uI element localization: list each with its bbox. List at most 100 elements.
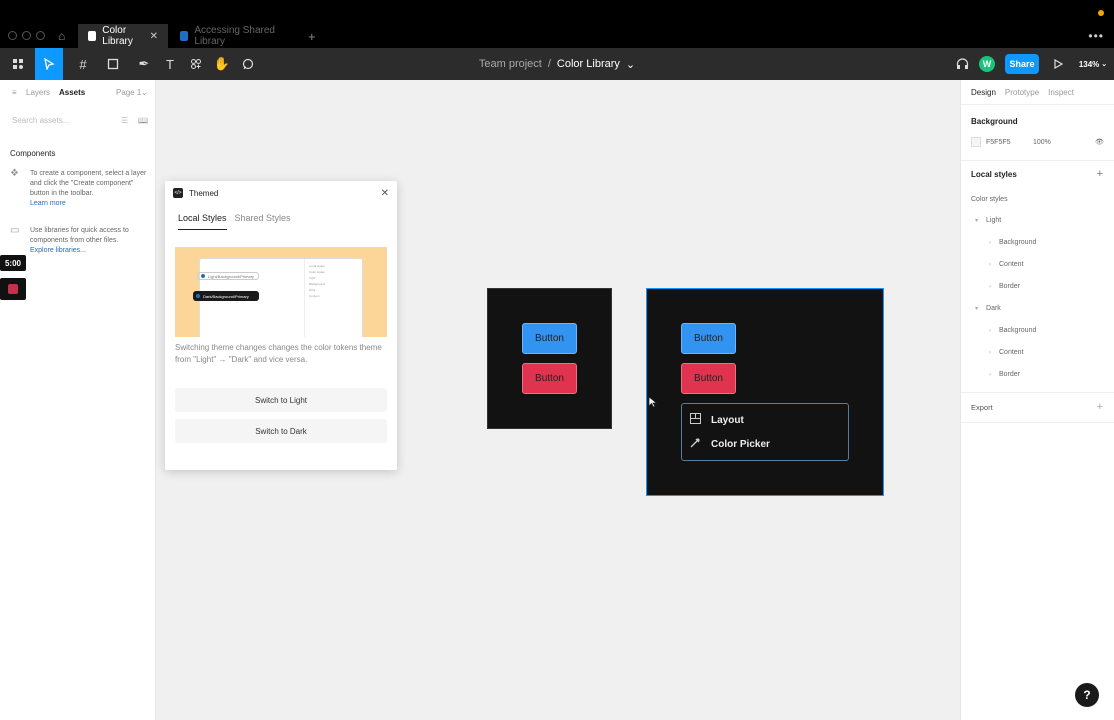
book-icon: ▭ xyxy=(10,225,20,236)
style-item[interactable]: › Content xyxy=(989,261,1024,268)
zoom-dropdown[interactable]: 134% ⌄ xyxy=(1076,48,1110,80)
chevron-down-icon[interactable]: ⌄ xyxy=(626,58,635,71)
window-zoom-dot[interactable] xyxy=(36,31,45,40)
tab-prototype[interactable]: Prototype xyxy=(1005,88,1039,97)
search-assets-input[interactable]: Search assets... xyxy=(12,116,69,125)
resources-icon[interactable] xyxy=(187,48,205,80)
style-item[interactable]: › Border xyxy=(989,371,1020,378)
breadcrumb-separator: / xyxy=(547,58,551,70)
context-menu: Layout Color Picker xyxy=(681,403,849,461)
tab-assets[interactable]: Assets xyxy=(59,88,85,97)
more-options-icon[interactable]: ••• xyxy=(1088,29,1104,43)
switch-to-light-button[interactable]: Switch to Light xyxy=(175,388,387,412)
right-panel-tabs: Design Prototype Inspect xyxy=(971,88,1074,97)
components-info: ❖ To create a component, select a layer … xyxy=(10,169,150,209)
page-selector[interactable]: Page 1 xyxy=(116,88,141,97)
tab-shared-styles[interactable]: Shared Styles xyxy=(235,213,291,230)
hand-tool-icon[interactable]: ✋ xyxy=(213,48,231,80)
style-item[interactable]: › Content xyxy=(989,349,1024,356)
preview-dark-label: Dark/Background/Primary xyxy=(203,293,249,299)
canvas-frame-light[interactable]: Button Button xyxy=(487,288,612,429)
background-swatch[interactable] xyxy=(971,137,981,147)
learn-more-link[interactable]: Learn more xyxy=(30,199,150,209)
toolbar: Team project / Color Library ⌄ # ✒ T ✋ W… xyxy=(0,48,1114,80)
chevron-right-icon: › xyxy=(989,349,991,356)
background-hex-value[interactable]: F5F5F5 xyxy=(986,139,1011,146)
style-item[interactable]: › Border xyxy=(989,283,1020,290)
background-hex[interactable]: F5F5F5 xyxy=(986,139,1011,146)
left-panel-tabs: ≡ Layers Assets Page 1 ⌄ xyxy=(0,80,156,104)
left-panel: ≡ Layers Assets Page 1 ⌄ Search assets..… xyxy=(0,80,156,720)
text-tool-icon[interactable]: T xyxy=(161,48,179,80)
move-tool-icon[interactable] xyxy=(35,48,63,80)
plugin-icon: </> xyxy=(173,188,183,198)
headphones-icon[interactable] xyxy=(953,48,971,80)
canvas-frame-dark-selected[interactable]: Button Button Layout Color Picker xyxy=(646,288,884,496)
add-style-icon[interactable]: + xyxy=(1097,168,1103,180)
mouse-cursor-icon xyxy=(648,396,658,408)
frame-tool-icon[interactable]: # xyxy=(70,48,96,80)
add-export-icon[interactable]: + xyxy=(1097,401,1103,413)
tab-layers-icon: ≡ xyxy=(12,87,17,97)
layout-icon xyxy=(690,413,702,427)
theme-preview-image: Local styles Color styles Light Background D… xyxy=(175,247,387,337)
style-group-dark[interactable]: ▾ Dark xyxy=(975,305,1001,312)
explore-libraries-link[interactable]: Explore libraries... xyxy=(30,246,150,256)
file-name[interactable]: Color Library xyxy=(557,58,620,70)
tab-color-library[interactable]: Color Library ✕ xyxy=(78,24,168,48)
tab-local-styles[interactable]: Local Styles xyxy=(178,213,227,230)
search-assets-field[interactable]: Search assets... ☰ 📖 xyxy=(12,110,148,130)
present-play-icon[interactable] xyxy=(1050,48,1066,80)
libraries-info: ▭ Use libraries for quick access to comp… xyxy=(10,226,150,256)
figma-file-icon xyxy=(180,31,189,41)
tab-layers[interactable]: Layers xyxy=(26,88,50,97)
browser-titlebar: ⌂ Color Library ✕ Accessing Shared Libra… xyxy=(0,0,1114,48)
stop-recording-button[interactable] xyxy=(0,278,26,300)
tab-design[interactable]: Design xyxy=(971,88,996,97)
help-button[interactable]: ? xyxy=(1075,683,1099,707)
danger-button[interactable]: Button xyxy=(522,363,577,394)
primary-button[interactable]: Button xyxy=(681,323,736,354)
home-icon[interactable]: ⌂ xyxy=(58,30,70,42)
list-view-icon[interactable]: ☰ xyxy=(121,116,128,125)
primary-button[interactable]: Button xyxy=(522,323,577,354)
background-opacity[interactable]: 100% xyxy=(1033,139,1051,146)
style-group-light[interactable]: ▾ Light xyxy=(975,217,1001,224)
danger-button[interactable]: Button xyxy=(681,363,736,394)
background-opacity-value[interactable]: 100% xyxy=(1033,139,1051,146)
components-hint: To create a component, select a layer an… xyxy=(30,170,147,197)
eye-icon[interactable]: 👁 xyxy=(1095,138,1104,146)
right-panel: Design Prototype Inspect Background F5F5… xyxy=(960,80,1114,720)
menu-item-color-picker[interactable]: Color Picker xyxy=(690,437,770,451)
chevron-down-icon[interactable]: ⌄ xyxy=(141,88,148,97)
share-button[interactable]: Share xyxy=(1005,54,1039,74)
main-menu-icon[interactable] xyxy=(6,48,30,80)
tab-accessing-shared-library[interactable]: Accessing Shared Library xyxy=(170,24,300,48)
pen-tool-icon[interactable]: ✒ xyxy=(131,48,157,80)
plugin-title: Themed xyxy=(189,188,219,198)
close-icon[interactable]: ✕ xyxy=(381,188,389,199)
window-close-dot[interactable] xyxy=(8,31,17,40)
themed-plugin-dialog: </> Themed ✕ Local Styles Shared Styles … xyxy=(165,181,397,470)
menu-item-label: Layout xyxy=(711,414,744,426)
eyedropper-icon xyxy=(690,437,702,451)
style-item[interactable]: › Background xyxy=(989,239,1036,246)
project-name[interactable]: Team project xyxy=(479,58,542,70)
close-tab-icon[interactable]: ✕ xyxy=(150,31,158,42)
tab-label: Accessing Shared Library xyxy=(194,25,275,47)
avatar[interactable]: W xyxy=(979,56,995,72)
chevron-down-icon: ▾ xyxy=(975,218,979,224)
window-minimize-dot[interactable] xyxy=(22,31,31,40)
figma-file-icon xyxy=(88,31,97,41)
tab-inspect[interactable]: Inspect xyxy=(1048,88,1074,97)
library-book-icon[interactable]: 📖 xyxy=(138,116,148,125)
shape-tool-icon[interactable] xyxy=(100,48,126,80)
switch-to-dark-button[interactable]: Switch to Dark xyxy=(175,419,387,443)
style-item[interactable]: › Background xyxy=(989,327,1036,334)
comment-tool-icon[interactable] xyxy=(239,48,257,80)
preview-light-token: Light/Background/Primary xyxy=(197,272,259,280)
new-tab-icon[interactable]: + xyxy=(308,29,316,44)
menu-item-layout[interactable]: Layout xyxy=(690,413,744,427)
local-styles-title: Local styles xyxy=(971,170,1017,179)
zoom-level: 134% xyxy=(1078,59,1100,69)
